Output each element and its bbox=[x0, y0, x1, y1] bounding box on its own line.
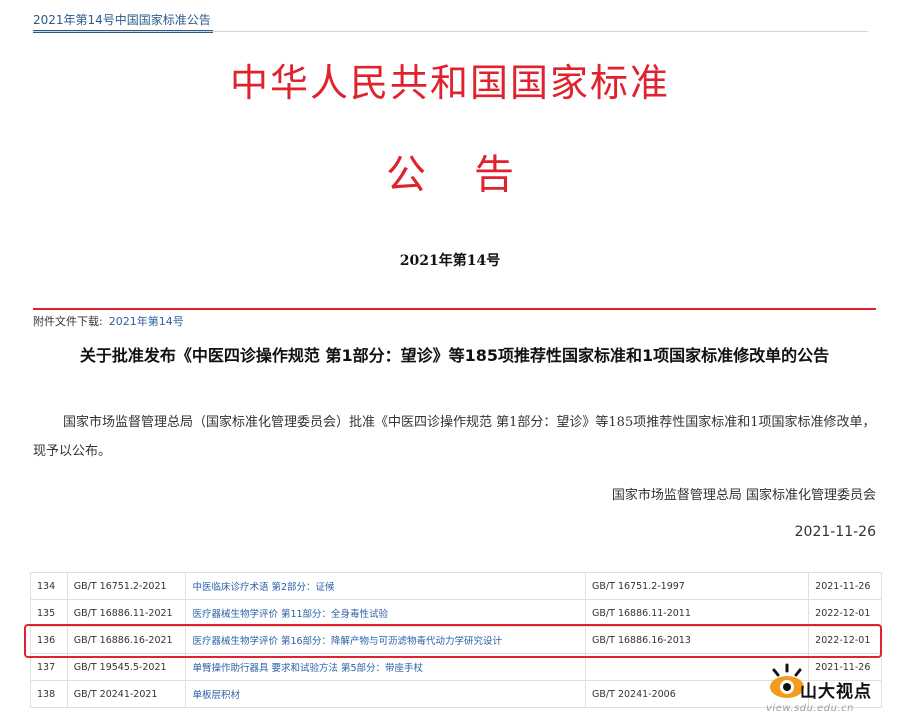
standard-code: GB/T 20241-2021 bbox=[66, 680, 187, 708]
standard-name-link[interactable]: 单板层积材 bbox=[185, 680, 587, 708]
issue-number: 2021年第14号 bbox=[399, 253, 501, 269]
row-number: 134 bbox=[30, 572, 68, 600]
watermark: 山大视点 view.sdu.edu.cn bbox=[766, 659, 894, 719]
notice-body: 国家市场监督管理总局（国家标准化管理委员会）批准《中医四诊操作规范 第1部分：望… bbox=[33, 415, 876, 459]
implementation-date: 2021-11-26 bbox=[808, 572, 882, 600]
main-title: 中华人民共和国国家标准 bbox=[229, 61, 670, 105]
row-number: 138 bbox=[30, 680, 68, 708]
standard-name-link[interactable]: 中医临床诊疗术语 第2部分：证候 bbox=[185, 572, 587, 600]
replaced-standard: GB/T 16751.2-1997 bbox=[585, 572, 810, 600]
watermark-url: view.sdu.edu.cn bbox=[766, 703, 854, 714]
watermark-text: 山大视点 bbox=[800, 682, 872, 702]
standard-name-link[interactable]: 医疗器械生物学评价 第11部分：全身毒性试验 bbox=[185, 599, 587, 627]
table-row: 138 GB/T 20241-2021 单板层积材 GB/T 20241-200… bbox=[30, 680, 882, 708]
breadcrumb[interactable]: 2021年第14号中国国家标准公告 bbox=[33, 11, 211, 28]
standard-code: GB/T 16886.11-2021 bbox=[66, 599, 187, 627]
implementation-date: 2022-12-01 bbox=[808, 599, 882, 627]
notice-date: 2021-11-26 bbox=[794, 524, 876, 540]
table-row: 134 GB/T 16751.2-2021 中医临床诊疗术语 第2部分：证候 G… bbox=[30, 572, 882, 600]
attachment-label: 附件文件下载: bbox=[33, 315, 103, 328]
notice-title: 关于批准发布《中医四诊操作规范 第1部分：望诊》等185项推荐性国家标准和1项国… bbox=[79, 346, 830, 365]
replaced-standard: GB/T 16886.11-2011 bbox=[585, 599, 810, 627]
attachment-download-link[interactable]: 2021年第14号 bbox=[109, 315, 184, 328]
standard-code: GB/T 16751.2-2021 bbox=[66, 572, 187, 600]
sub-title: 公告 bbox=[386, 152, 562, 198]
row-number: 135 bbox=[30, 599, 68, 627]
issuer: 国家市场监督管理总局 国家标准化管理委员会 bbox=[611, 488, 876, 503]
table-row: 135 GB/T 16886.11-2021 医疗器械生物学评价 第11部分：全… bbox=[30, 599, 882, 627]
highlight-box bbox=[24, 624, 882, 658]
header-divider bbox=[33, 31, 868, 32]
red-divider bbox=[33, 308, 876, 310]
attachment-row: 附件文件下载: 2021年第14号 bbox=[33, 313, 184, 329]
